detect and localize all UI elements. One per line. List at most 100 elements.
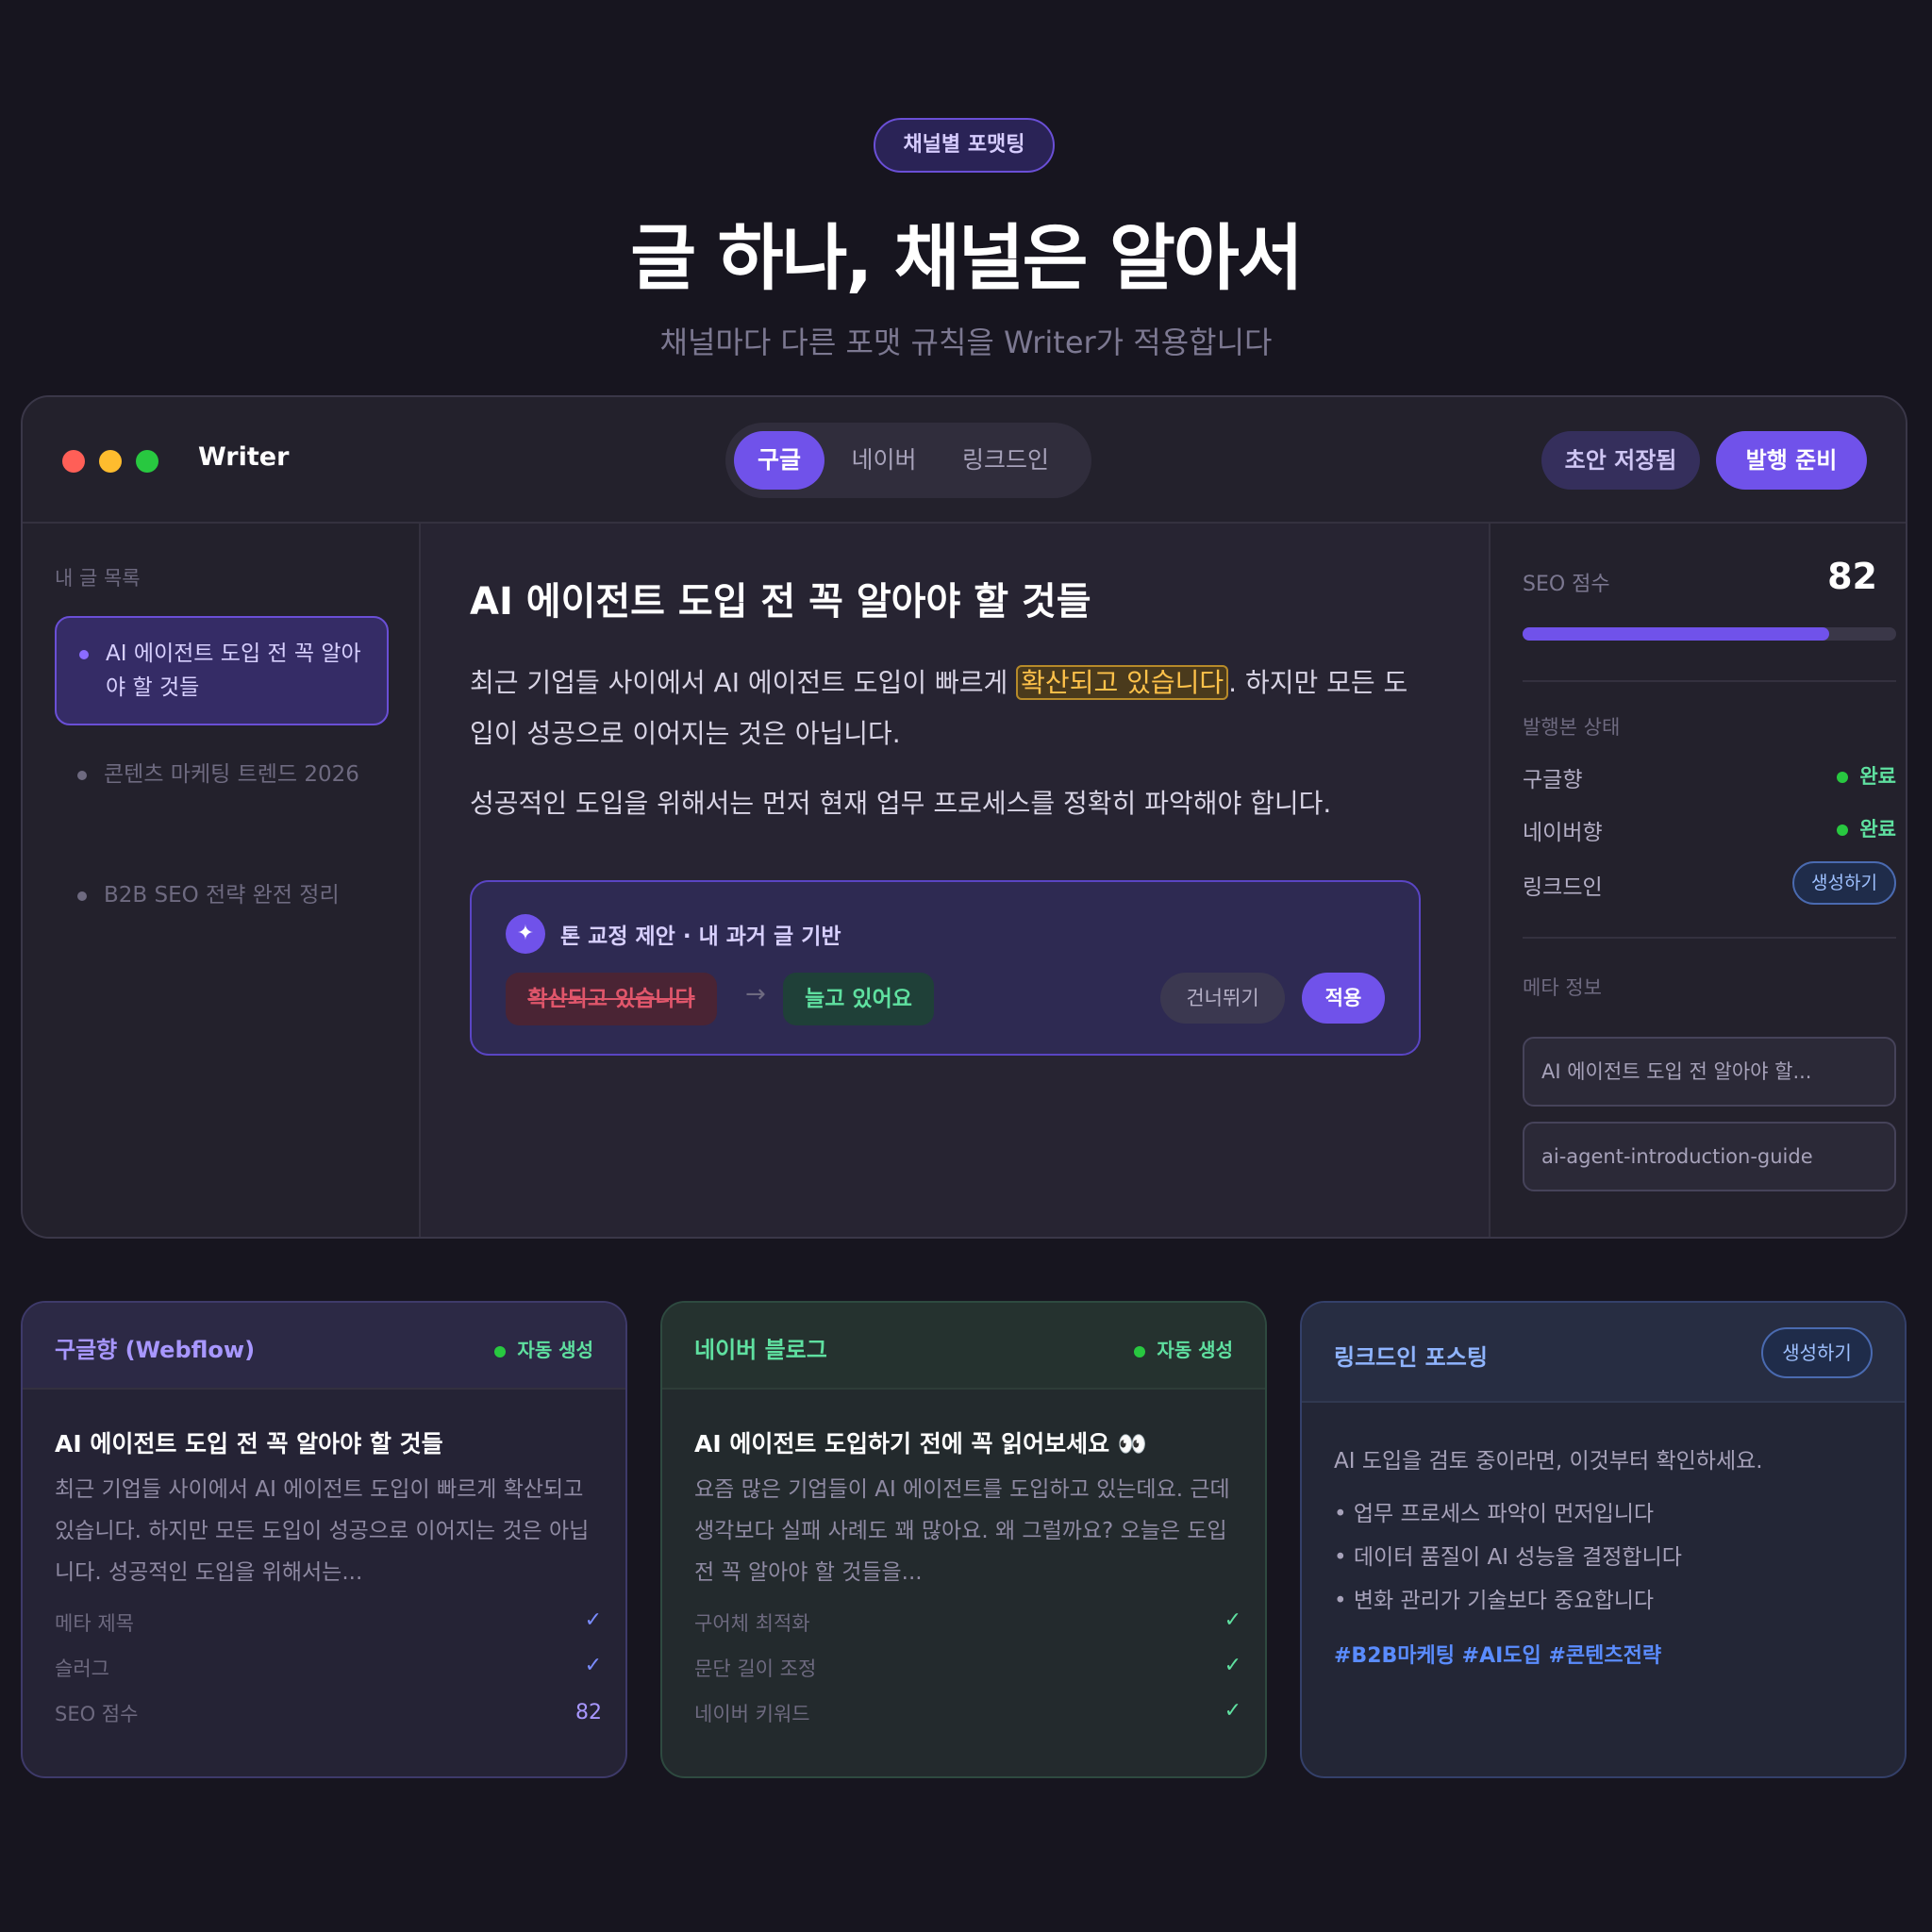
card-header: 구글향 (Webflow) 자동 생성 [23,1303,625,1390]
card-post-title: AI 에이전트 도입하기 전에 꼭 읽어보세요 👀 [694,1430,1148,1457]
slug-input[interactable]: ai-agent-introduction-guide [1523,1122,1896,1191]
check-row-meta-title: 메타 제목 ✓ [55,1608,602,1641]
app-name: Writer [198,442,290,472]
original-text-chip: 확산되고 있습니다 [506,973,717,1025]
publish-ready-button[interactable]: 발행 준비 [1716,431,1867,490]
status-name: 링크드인 [1523,875,1603,900]
status-name: 네이버향 [1523,821,1603,845]
hashtags[interactable]: #B2B마케팅 #AI도입 #콘텐츠전략 [1334,1639,1661,1669]
auto-generated-badge: 자동 생성 [1134,1335,1233,1362]
checkmark-icon: ✓ [1224,1699,1241,1723]
card-header: 네이버 블로그 자동 생성 [662,1303,1265,1390]
seo-score-number: 82 [575,1701,602,1724]
minimize-window-icon[interactable] [99,450,122,473]
status-row-google: 구글향 완료 [1523,761,1896,795]
channel-tabs: 구글 네이버 링크드인 [725,423,1091,498]
seo-panel: SEO 점수 82 발행본 상태 구글향 완료 네이버향 완료 링크드인 생성하… [1489,524,1906,1237]
sidebar-item-b2b-seo[interactable]: B2B SEO 전략 완전 정리 [55,878,389,916]
naver-blog-card: 네이버 블로그 자동 생성 AI 에이전트 도입하기 전에 꼭 읽어보세요 👀 … [660,1301,1267,1778]
paragraph-1[interactable]: 최근 기업들 사이에서 AI 에이전트 도입이 빠르게 확산되고 있습니다. 하… [470,658,1423,759]
sidebar-item-ai-agent[interactable]: AI 에이전트 도입 전 꼭 알아야 할 것들 [55,616,389,725]
seo-score-label: SEO 점수 [1523,573,1610,596]
check-label: 구어체 최적화 [694,1612,810,1635]
skip-button[interactable]: 건너뛰기 [1160,973,1285,1024]
hero-subtitle: 채널마다 다른 포맷 규칙을 Writer가 적용합니다 [659,325,1273,360]
status-value: 완료 [1837,814,1896,842]
check-row-slug: 슬러그 ✓ [55,1654,602,1686]
tab-google[interactable]: 구글 [734,431,824,490]
check-label: 메타 제목 [55,1612,134,1635]
arrow-right-icon: → [745,980,766,1008]
checkmark-icon: ✓ [1224,1654,1241,1677]
card-post-title: AI 에이전트 도입 전 꼭 알아야 할 것들 [55,1430,443,1457]
bullet-icon [77,771,87,780]
divider [1523,680,1896,682]
status-dot-icon [494,1345,507,1357]
sidebar-item-label: AI 에이전트 도입 전 꼭 알아야 할 것들 [106,641,361,700]
close-window-icon[interactable] [62,450,85,473]
seo-progress-fill [1523,627,1829,641]
check-label: SEO 점수 [55,1703,139,1725]
linkedin-intro: AI 도입을 검토 중이라면, 이것부터 확인하세요. [1334,1449,1763,1474]
meta-title-input[interactable]: AI 에이전트 도입 전 알아야 할... [1523,1037,1896,1107]
check-label: 슬러그 [55,1657,109,1680]
linkedin-bullet: • 업무 프로세스 파악이 먼저입니다 [1334,1502,1655,1526]
generate-linkedin-button[interactable]: 생성하기 [1792,861,1896,905]
editor-area[interactable]: AI 에이전트 도입 전 꼭 알아야 할 것들 최근 기업들 사이에서 AI 에… [421,524,1489,1237]
tab-linkedin[interactable]: 링크드인 [941,431,1071,490]
publish-status-title: 발행본 상태 [1523,716,1621,739]
status-name: 구글향 [1523,768,1583,792]
status-dot-icon [1837,772,1849,783]
suggestion-title: 톤 교정 제안 · 내 과거 글 기반 [560,924,841,949]
status-value-text: 완료 [1859,818,1896,841]
status-dot-icon [1837,824,1849,836]
linkedin-bullet: • 변화 관리가 기술보다 중요합니다 [1334,1589,1655,1613]
checkmark-icon: ✓ [584,1654,602,1677]
post-list-sidebar: 내 글 목록 AI 에이전트 도입 전 꼭 알아야 할 것들 콘텐츠 마케팅 트… [23,524,421,1237]
card-channel-name: 링크드인 포스팅 [1334,1344,1488,1371]
highlighted-phrase[interactable]: 확산되고 있습니다 [1016,665,1229,700]
seo-score-value: 82 [1827,556,1877,597]
check-row-naver-keyword: 네이버 키워드 ✓ [694,1699,1241,1731]
check-label: 네이버 키워드 [694,1703,810,1725]
divider [1523,937,1896,939]
status-value-text: 완료 [1859,765,1896,788]
sparkle-icon: ✦ [506,914,545,954]
linkedin-bullet: • 데이터 품질이 AI 성능을 결정합니다 [1334,1545,1682,1570]
sidebar-title: 내 글 목록 [55,567,141,590]
generate-button[interactable]: 생성하기 [1761,1327,1873,1378]
paragraph-2[interactable]: 성공적인 도입을 위해서는 먼저 현재 업무 프로세스를 정확히 파악해야 합니… [470,778,1423,829]
check-row-colloquial: 구어체 최적화 ✓ [694,1608,1241,1641]
badge-text: 자동 생성 [517,1339,593,1361]
checkmark-icon: ✓ [584,1608,602,1632]
badge-text: 자동 생성 [1157,1339,1233,1361]
writer-window: Writer 구글 네이버 링크드인 초안 저장됨 발행 준비 내 글 목록 A… [21,395,1907,1239]
card-header: 링크드인 포스팅 생성하기 [1302,1303,1905,1403]
hero-title: 글 하나, 채널은 알아서 [630,216,1304,300]
checkmark-icon: ✓ [1224,1608,1241,1632]
paragraph-text: 최근 기업들 사이에서 AI 에이전트 도입이 빠르게 [470,667,1017,698]
tone-suggestion-card: ✦ 톤 교정 제안 · 내 과거 글 기반 확산되고 있습니다 → 늘고 있어요… [470,880,1421,1056]
linkedin-post-card: 링크드인 포스팅 생성하기 AI 도입을 검토 중이라면, 이것부터 확인하세요… [1300,1301,1907,1778]
title-bar: Writer 구글 네이버 링크드인 초안 저장됨 발행 준비 [23,397,1906,524]
sidebar-item-content-marketing[interactable]: 콘텐츠 마케팅 트렌드 2026 [55,758,389,833]
status-row-linkedin: 링크드인 생성하기 [1523,861,1896,905]
tab-naver[interactable]: 네이버 [837,431,931,490]
draft-saved-status[interactable]: 초안 저장됨 [1541,431,1700,490]
bullet-icon [79,650,89,659]
status-value: 완료 [1837,761,1896,790]
channel-formatting-badge: 채널별 포맷팅 [874,118,1055,173]
card-preview-text: 요즘 많은 기업들이 AI 에이전트를 도입하고 있는데요. 근데 생각보다 실… [694,1477,1230,1585]
sidebar-item-label: 콘텐츠 마케팅 트렌드 2026 [104,762,359,787]
card-preview-text: 최근 기업들 사이에서 AI 에이전트 도입이 빠르게 확산되고 있습니다. 하… [55,1477,590,1585]
card-channel-name: 네이버 블로그 [694,1337,827,1363]
google-webflow-card: 구글향 (Webflow) 자동 생성 AI 에이전트 도입 전 꼭 알아야 할… [21,1301,627,1778]
card-channel-name: 구글향 (Webflow) [55,1337,256,1363]
check-row-seo-score: SEO 점수 82 [55,1699,602,1731]
apply-button[interactable]: 적용 [1302,973,1385,1024]
document-title[interactable]: AI 에이전트 도입 전 꼭 알아야 할 것들 [470,571,1091,625]
suggested-text-chip: 늘고 있어요 [783,973,934,1025]
bullet-icon [77,891,87,901]
check-row-paragraph-length: 문단 길이 조정 ✓ [694,1654,1241,1686]
maximize-window-icon[interactable] [136,450,158,473]
